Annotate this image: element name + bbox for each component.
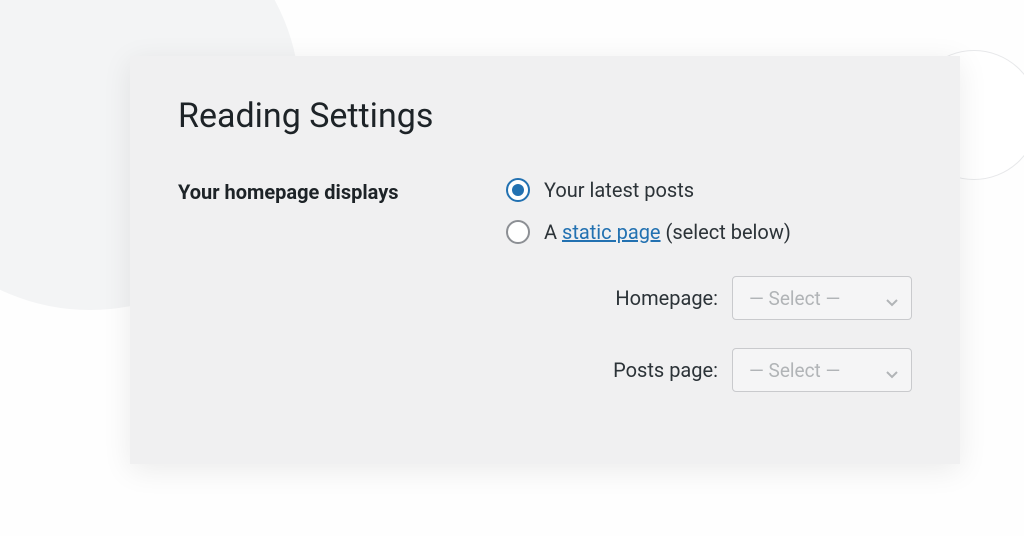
homepage-select[interactable]: — Select — [732, 276, 912, 320]
homepage-displays-row: Your homepage displays Your latest posts… [178, 178, 912, 420]
radio-button-static-page[interactable] [506, 220, 530, 244]
posts-page-select-label: Posts page: [613, 358, 718, 382]
reading-settings-panel: Reading Settings Your homepage displays … [130, 56, 960, 464]
radio-option-static-page[interactable]: A static page (select below) [506, 220, 912, 244]
page-title: Reading Settings [178, 96, 912, 136]
posts-page-select-value: — Select — [749, 359, 840, 382]
homepage-displays-label: Your homepage displays [178, 178, 506, 204]
homepage-select-row: Homepage: — Select — [506, 276, 912, 320]
radio-button-latest-posts[interactable] [506, 178, 530, 202]
radio-option-latest-posts[interactable]: Your latest posts [506, 178, 912, 202]
posts-page-select-row: Posts page: — Select — [506, 348, 912, 392]
static-page-link[interactable]: static page [562, 220, 661, 244]
chevron-down-icon [885, 291, 899, 305]
page-select-group: Homepage: — Select — Posts page: — Selec… [506, 276, 912, 392]
chevron-down-icon [885, 363, 899, 377]
homepage-select-value: — Select — [749, 287, 840, 310]
radio-label-static-page: A static page (select below) [544, 220, 791, 244]
posts-page-select[interactable]: — Select — [732, 348, 912, 392]
radio-label-latest-posts: Your latest posts [544, 178, 694, 202]
homepage-select-label: Homepage: [615, 286, 718, 310]
homepage-displays-controls: Your latest posts A static page (select … [506, 178, 912, 420]
